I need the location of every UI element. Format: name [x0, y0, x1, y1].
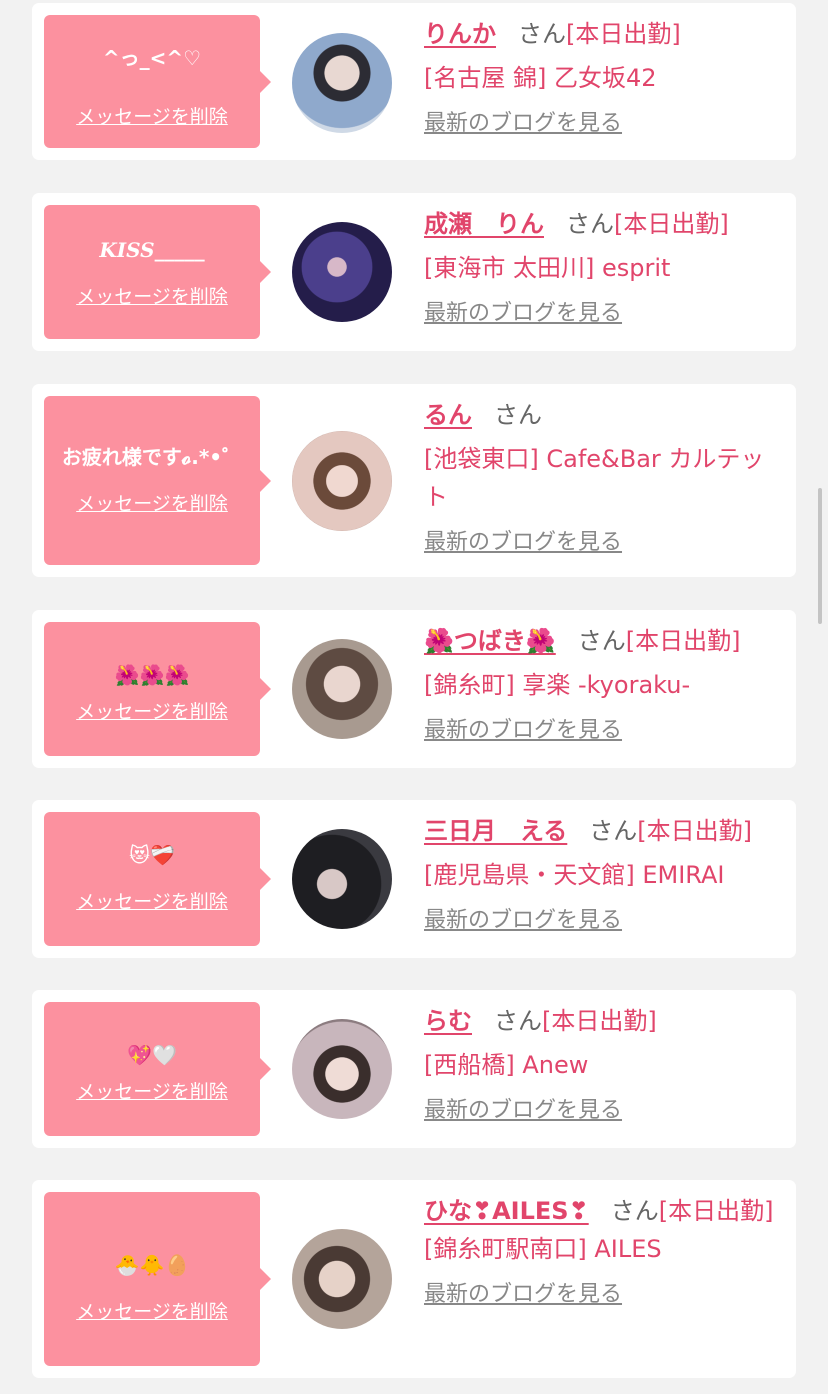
status-badge: [本日出勤] — [542, 1007, 657, 1035]
message-bubble: 💖🤍 メッセージを削除 — [44, 1002, 271, 1136]
status-badge: [本日出勤] — [614, 210, 729, 238]
delete-message-link[interactable]: メッセージを削除 — [44, 285, 260, 309]
profile-name-link[interactable]: 成瀬 りん — [424, 210, 544, 238]
shop-label: [錦糸町] 享楽 -kyoraku- — [424, 671, 691, 699]
shop-label: [東海市 太田川] esprit — [424, 254, 671, 282]
shop-label: [鹿児島県・天文館] EMIRAI — [424, 861, 725, 889]
profile-info: らむ さん[本日出勤] [西船橋] Anew 最新のブログを見る — [424, 1002, 784, 1126]
shop-label: [池袋東口] Cafe&Bar カルテット — [424, 445, 765, 511]
avatar[interactable] — [292, 639, 392, 739]
delete-message-link[interactable]: メッセージを削除 — [44, 1080, 260, 1104]
message-text: KISS_____ — [99, 238, 205, 262]
honorific-label: さん — [589, 817, 638, 845]
message-text: ^っ_<^♡ — [102, 46, 202, 70]
latest-blog-link[interactable]: 最新のブログを見る — [424, 1096, 784, 1126]
message-bubble: 🌺🌺🌺 メッセージを削除 — [44, 622, 271, 756]
latest-blog-link[interactable]: 最新のブログを見る — [424, 1280, 784, 1310]
honorific-label: さん — [610, 1197, 659, 1225]
profile-info: 三日月 える さん[本日出勤] [鹿児島県・天文館] EMIRAI 最新のブログを… — [424, 812, 784, 936]
honorific-label: さん — [518, 20, 566, 48]
profile-info: るん さん [池袋東口] Cafe&Bar カルテット 最新のブログを見る — [424, 396, 784, 558]
delete-message-link[interactable]: メッセージを削除 — [44, 105, 260, 129]
shop-label: [錦糸町駅南口] AILES — [424, 1235, 662, 1263]
message-card: KISS_____ メッセージを削除 成瀬 りん さん[本日出勤] [東海市 太田… — [32, 193, 796, 351]
message-card: 💖🤍 メッセージを削除 らむ さん[本日出勤] [西船橋] Anew 最新のブログ… — [32, 990, 796, 1148]
message-bubble: ^っ_<^♡ メッセージを削除 — [44, 15, 271, 148]
message-text: 🐣🐥🥚 — [114, 1253, 190, 1277]
profile-info: 成瀬 りん さん[本日出勤] [東海市 太田川] esprit 最新のブログを見る — [424, 205, 784, 329]
latest-blog-link[interactable]: 最新のブログを見る — [424, 906, 784, 936]
profile-name-link[interactable]: ひな❣AILES❣ — [424, 1197, 589, 1225]
delete-message-link[interactable]: メッセージを削除 — [44, 1300, 260, 1324]
message-text: 💖🤍 — [127, 1043, 177, 1067]
profile-name-link[interactable]: 🌺つばき🌺 — [424, 627, 556, 655]
profile-name-link[interactable]: 三日月 える — [424, 817, 567, 845]
honorific-label: さん — [494, 401, 542, 429]
avatar[interactable] — [292, 33, 392, 133]
avatar[interactable] — [292, 1019, 392, 1119]
profile-info: ひな❣AILES❣ さん[本日出勤] [錦糸町駅南口] AILES 最新のブログを… — [424, 1192, 784, 1310]
message-bubble: お疲れ様です𝓸.*•゜ メッセージを削除 — [44, 396, 271, 565]
honorific-label: さん — [577, 627, 626, 655]
latest-blog-link[interactable]: 最新のブログを見る — [424, 109, 784, 139]
profile-info: 🌺つばき🌺 さん[本日出勤] [錦糸町] 享楽 -kyoraku- 最新のブログを… — [424, 622, 784, 746]
delete-message-link[interactable]: メッセージを削除 — [44, 492, 260, 516]
scrollbar[interactable] — [818, 488, 822, 624]
honorific-label: さん — [494, 1007, 542, 1035]
message-bubble: 🐣🐥🥚 メッセージを削除 — [44, 1192, 271, 1366]
message-card: 🌺🌺🌺 メッセージを削除 🌺つばき🌺 さん[本日出勤] [錦糸町] 享楽 -kyo… — [32, 610, 796, 768]
latest-blog-link[interactable]: 最新のブログを見る — [424, 299, 784, 329]
avatar[interactable] — [292, 829, 392, 929]
message-card: 🐣🐥🥚 メッセージを削除 ひな❣AILES❣ さん[本日出勤] [錦糸町駅南口] … — [32, 1180, 796, 1378]
message-card: 😻❤️‍🩹 メッセージを削除 三日月 える さん[本日出勤] [鹿児島県・天文館]… — [32, 800, 796, 958]
delete-message-link[interactable]: メッセージを削除 — [44, 700, 260, 724]
profile-name-link[interactable]: るん — [424, 401, 472, 429]
message-text: 😻❤️‍🩹 — [129, 843, 175, 867]
message-card: お疲れ様です𝓸.*•゜ メッセージを削除 るん さん [池袋東口] Cafe&Ba… — [32, 384, 796, 577]
honorific-label: さん — [566, 210, 614, 238]
message-text: お疲れ様です𝓸.*•゜ — [61, 445, 243, 469]
message-card: ^っ_<^♡ メッセージを削除 りんか さん[本日出勤] [名古屋 錦] 乙女坂4… — [32, 3, 796, 160]
shop-label: [西船橋] Anew — [424, 1051, 589, 1079]
profile-name-link[interactable]: りんか — [424, 20, 496, 48]
message-text: 🌺🌺🌺 — [114, 663, 190, 687]
message-bubble: 😻❤️‍🩹 メッセージを削除 — [44, 812, 271, 946]
profile-info: りんか さん[本日出勤] [名古屋 錦] 乙女坂42 最新のブログを見る — [424, 15, 784, 139]
avatar[interactable] — [292, 431, 392, 531]
shop-label: [名古屋 錦] 乙女坂42 — [424, 64, 657, 92]
message-bubble: KISS_____ メッセージを削除 — [44, 205, 271, 339]
avatar[interactable] — [292, 1229, 392, 1329]
latest-blog-link[interactable]: 最新のブログを見る — [424, 716, 784, 746]
delete-message-link[interactable]: メッセージを削除 — [44, 890, 260, 914]
status-badge: [本日出勤] — [637, 817, 753, 845]
latest-blog-link[interactable]: 最新のブログを見る — [424, 528, 784, 558]
profile-name-link[interactable]: らむ — [424, 1007, 472, 1035]
avatar[interactable] — [292, 222, 392, 322]
status-badge: [本日出勤] — [658, 1197, 774, 1225]
status-badge: [本日出勤] — [625, 627, 741, 655]
status-badge: [本日出勤] — [566, 20, 681, 48]
